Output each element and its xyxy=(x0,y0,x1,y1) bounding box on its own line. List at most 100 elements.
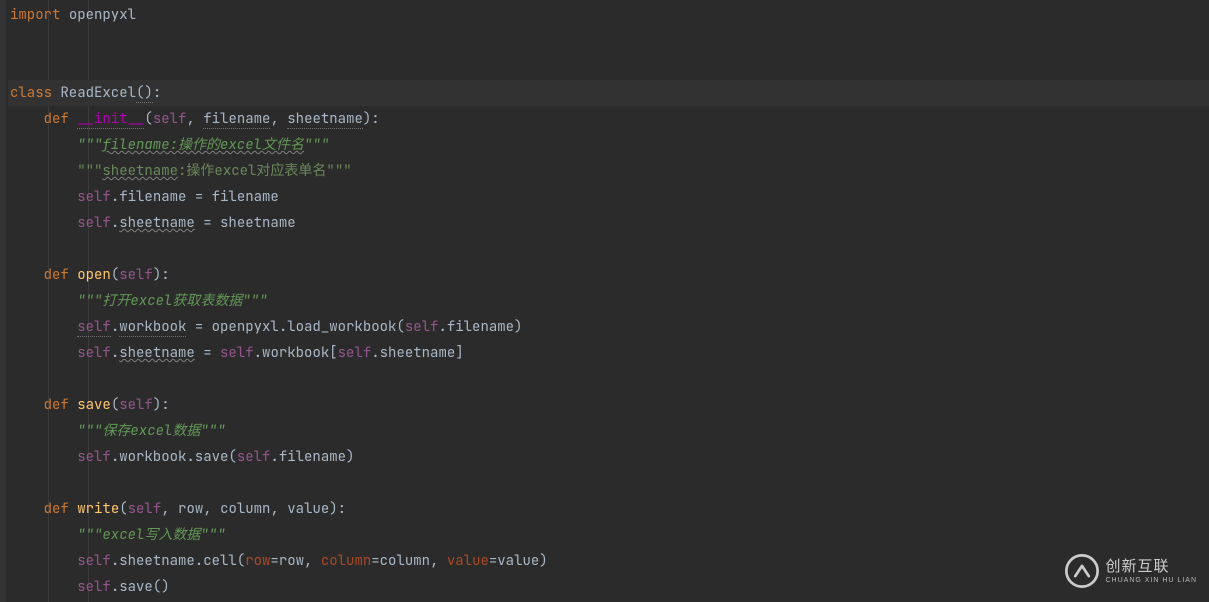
docstring-quote: """ xyxy=(77,136,102,154)
code-line[interactable]: self.save() xyxy=(8,574,1209,600)
keyword: def xyxy=(44,266,69,284)
code-line[interactable]: """sheetname:操作excel对应表单名""" xyxy=(8,158,1209,184)
parameter: column xyxy=(220,500,270,518)
identifier: sheetname xyxy=(220,214,296,232)
self: self xyxy=(77,552,111,570)
parameter: filename xyxy=(203,110,270,129)
parameter: row xyxy=(178,500,203,518)
parameter: value xyxy=(287,500,329,518)
dot: . xyxy=(438,318,446,336)
code-line[interactable]: class ReadExcel(): xyxy=(8,80,1209,106)
code-line-blank[interactable] xyxy=(8,54,1209,80)
call: .workbook.save( xyxy=(111,448,237,466)
dot: . xyxy=(111,188,119,206)
method-name: open xyxy=(77,266,111,284)
docstring-text: 打开excel获取表数据 xyxy=(102,292,242,310)
attribute: sheetname xyxy=(119,344,195,362)
paren: ): xyxy=(153,396,170,414)
paren: ): xyxy=(329,500,346,518)
docstring-text: excel写入数据 xyxy=(102,526,200,544)
equals: = xyxy=(186,188,211,206)
paren: ( xyxy=(111,396,119,414)
self: self xyxy=(220,344,254,362)
code-line[interactable]: self.sheetname = self.workbook[self.shee… xyxy=(8,340,1209,366)
code-editor[interactable]: import openpyxl class ReadExcel(): def _… xyxy=(0,0,1209,602)
code-line-blank[interactable] xyxy=(8,28,1209,54)
code-line[interactable]: self.sheetname = sheetname xyxy=(8,210,1209,236)
attribute: filename xyxy=(119,188,186,206)
comma: , xyxy=(430,552,447,570)
docstring-quote: """ xyxy=(77,292,102,310)
kwarg: row xyxy=(245,552,270,570)
kwarg: column xyxy=(321,552,371,570)
attribute: sheetname xyxy=(119,214,195,232)
parameter: sheetname xyxy=(287,110,363,129)
editor-gutter xyxy=(0,0,6,602)
watermark-cn: 创新互联 xyxy=(1105,559,1197,574)
dot: . xyxy=(111,214,119,232)
code-line[interactable]: self.filename = filename xyxy=(8,184,1209,210)
string-text: sheetname xyxy=(102,162,178,180)
method-name: write xyxy=(77,500,119,518)
self: self xyxy=(237,448,271,466)
watermark-py: CHUANG XIN HU LIAN xyxy=(1105,577,1197,584)
code-line[interactable]: """filename:操作的excel文件名""" xyxy=(8,132,1209,158)
call: openpyxl.load_workbook( xyxy=(212,318,405,336)
self: self xyxy=(338,344,372,362)
code-line-blank[interactable] xyxy=(8,366,1209,392)
paren: ( xyxy=(119,500,127,518)
method-name: save xyxy=(77,396,111,414)
code-line[interactable]: def save(self): xyxy=(8,392,1209,418)
attribute: .filename) xyxy=(270,448,354,466)
arg: =row xyxy=(270,552,304,570)
call: .save() xyxy=(111,578,170,596)
code-line[interactable]: def __init__(self, filename, sheetname): xyxy=(8,106,1209,132)
arg: =column xyxy=(371,552,430,570)
docstring-quote: """ xyxy=(200,422,225,440)
attribute: .sheetname] xyxy=(371,344,463,362)
dot: . xyxy=(111,318,119,336)
code-line[interactable]: def open(self): xyxy=(8,262,1209,288)
identifier: filename xyxy=(212,188,279,206)
code-line[interactable]: """excel写入数据""" xyxy=(8,522,1209,548)
arg: =value) xyxy=(489,552,548,570)
dot: . xyxy=(111,344,119,362)
keyword: import xyxy=(10,6,60,24)
code-line[interactable]: """打开excel获取表数据""" xyxy=(8,288,1209,314)
paren: ): xyxy=(153,266,170,284)
call: .sheetname.cell( xyxy=(111,552,245,570)
paren: ( xyxy=(111,266,119,284)
docstring-quote: """ xyxy=(304,136,329,154)
self: self xyxy=(128,500,162,518)
docstring-quote: """ xyxy=(242,292,267,310)
self: self xyxy=(77,448,111,466)
logo-icon xyxy=(1065,554,1099,588)
code-line[interactable]: self.workbook.save(self.filename) xyxy=(8,444,1209,470)
code-line[interactable]: def write(self, row, column, value): xyxy=(8,496,1209,522)
attribute: .workbook[ xyxy=(254,344,338,362)
self: self xyxy=(77,318,111,337)
code-line[interactable]: import openpyxl xyxy=(8,2,1209,28)
comma: , xyxy=(186,110,203,128)
colon: : xyxy=(153,84,161,102)
docstring-quote: """ xyxy=(200,526,225,544)
paren: ( xyxy=(144,110,152,128)
comma: , xyxy=(161,500,178,518)
code-line-blank[interactable] xyxy=(8,236,1209,262)
self: self xyxy=(77,214,111,232)
code-line[interactable]: self.sheetname.cell(row=row, column=colu… xyxy=(8,548,1209,574)
code-area[interactable]: import openpyxl class ReadExcel(): def _… xyxy=(8,2,1209,600)
self: self xyxy=(119,396,153,414)
paren: ): xyxy=(363,110,380,128)
self: self xyxy=(119,266,153,284)
attribute: filename) xyxy=(447,318,523,336)
code-line[interactable]: """保存excel数据""" xyxy=(8,418,1209,444)
code-line[interactable]: self.workbook = openpyxl.load_workbook(s… xyxy=(8,314,1209,340)
watermark-text: 创新互联 CHUANG XIN HU LIAN xyxy=(1105,559,1197,584)
string-quote: """ xyxy=(77,162,102,180)
code-line-blank[interactable] xyxy=(8,470,1209,496)
paren: () xyxy=(136,84,153,103)
docstring-quote: """ xyxy=(77,422,102,440)
docstring-text: filename:操作的excel文件名 xyxy=(102,136,304,154)
self: self xyxy=(77,578,111,596)
